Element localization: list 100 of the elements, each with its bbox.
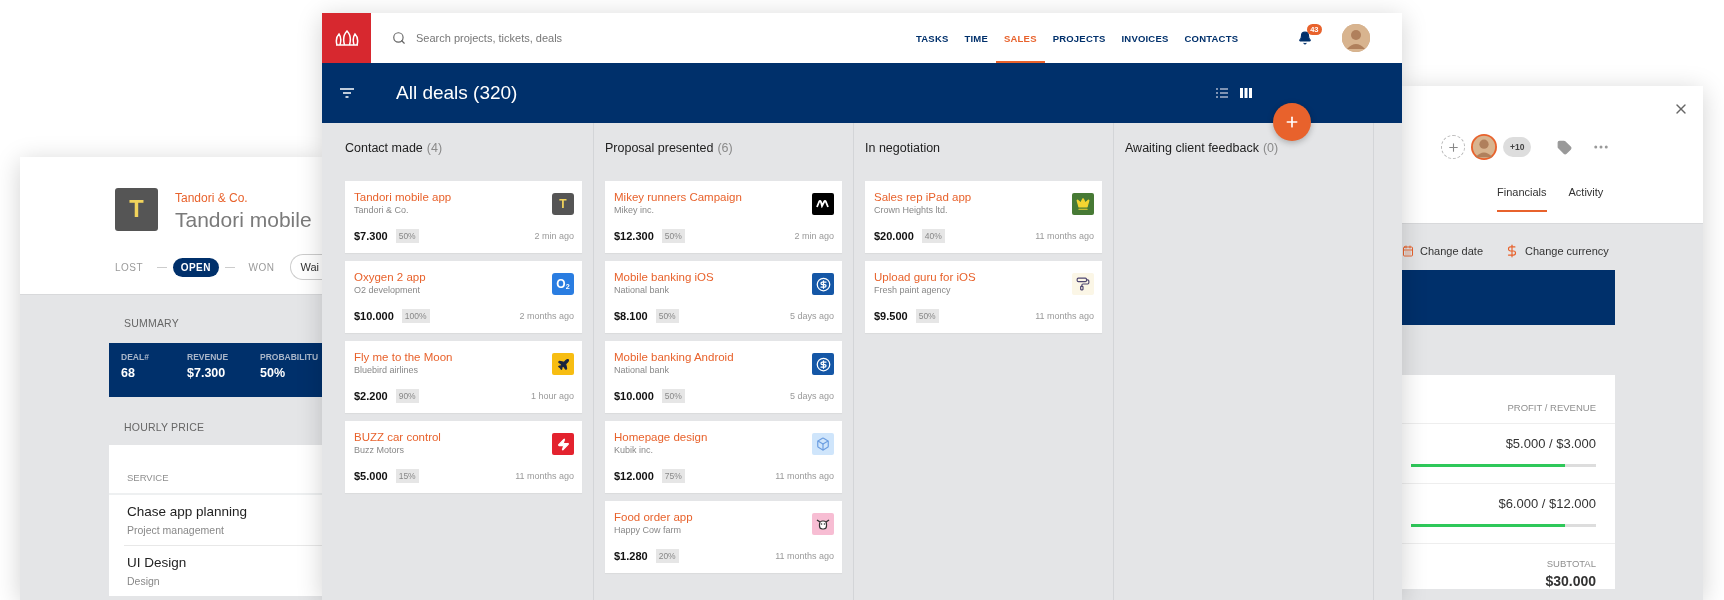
company-logo: T — [115, 188, 158, 231]
service-category: Project management — [127, 524, 225, 536]
nav-tab[interactable]: CONTACTS — [1176, 13, 1247, 63]
deal-amount: $9.500 — [874, 310, 908, 322]
summary-label: REVENUE — [187, 352, 230, 362]
column-count: (0) — [1262, 141, 1279, 157]
deal-title[interactable]: Homepage design — [614, 431, 812, 443]
column-title: Awaiting client feedback — [1125, 141, 1259, 157]
service-name: UI Design — [127, 555, 188, 570]
deal-amount: $12.000 — [614, 470, 654, 482]
deal-title[interactable]: Upload guru for iOS — [874, 271, 1072, 283]
section-heading: SUMMARY — [123, 317, 180, 329]
list-view-icon[interactable] — [1216, 88, 1228, 98]
deal-amount: $20.000 — [874, 230, 914, 242]
summary-label: PROBABILITU — [260, 352, 320, 362]
dollar-icon — [1505, 244, 1519, 258]
deal-time: 11 months ago — [775, 551, 834, 561]
action-label: Change date — [1420, 245, 1483, 257]
deal-time: 2 min ago — [794, 231, 834, 241]
deal-title[interactable]: Food order app — [614, 511, 812, 523]
profit-revenue-value: $5.000 / $3.000 — [1505, 436, 1596, 451]
add-deal-button[interactable] — [1273, 103, 1311, 141]
panel-tab[interactable]: Financials — [1497, 186, 1547, 212]
deal-title[interactable]: BUZZ car control — [354, 431, 552, 443]
nav-tab[interactable]: INVOICES — [1113, 13, 1177, 63]
column-heading: PROFIT / REVENUE — [1507, 402, 1596, 413]
avatar[interactable] — [1471, 134, 1497, 160]
deal-title[interactable]: Oxygen 2 app — [354, 271, 552, 283]
deal-title: Tandori mobile — [175, 208, 312, 232]
deal-title[interactable]: Mobile banking Android — [614, 351, 812, 363]
section-heading: HOURLY PRICE — [123, 421, 206, 433]
deal-company: Buzz Motors — [354, 445, 405, 455]
deal-company: National bank — [614, 285, 671, 295]
app-logo[interactable] — [322, 13, 371, 63]
deal-title[interactable]: Fly me to the Moon — [354, 351, 552, 363]
deal-company: O2 development — [354, 285, 422, 295]
deal-title[interactable]: Sales rep iPad app — [874, 191, 1072, 203]
deal-amount: $7.300 — [354, 230, 388, 242]
probability-tag: 20% — [655, 549, 679, 563]
stage-step[interactable]: WON — [240, 257, 283, 277]
filter-icon[interactable] — [340, 88, 354, 98]
probability-tag: 90% — [395, 389, 419, 403]
probability-tag: 50% — [915, 309, 939, 323]
nav-tab[interactable]: TASKS — [908, 13, 957, 63]
avatar[interactable] — [1342, 24, 1371, 52]
service-name: Chase app planning — [127, 504, 249, 519]
notifications-bell-icon[interactable] — [1298, 31, 1313, 45]
panel-tab[interactable]: Activity — [1568, 186, 1604, 212]
subtotal-value: $30.000 — [1545, 573, 1596, 589]
tag-icon[interactable] — [1557, 139, 1573, 155]
column-title: Proposal presented — [605, 141, 714, 157]
deal-amount: $5.000 — [354, 470, 388, 482]
stage-step[interactable]: LOST — [115, 257, 152, 277]
action-label: Change currency — [1525, 245, 1609, 257]
nav-tab[interactable]: TIME — [956, 13, 996, 63]
stage-step[interactable]: OPEN — [172, 257, 219, 277]
probability-tag: 75% — [661, 469, 685, 483]
deal-amount: $12.300 — [614, 230, 654, 242]
change-currency-link[interactable]: Change currency — [1505, 244, 1609, 258]
company-logo: O$_{2}$ — [552, 273, 574, 295]
company-name[interactable]: Tandori & Co. — [175, 191, 312, 205]
deal-title[interactable]: Mikey runners Campaign — [614, 191, 812, 203]
column-count: (6) — [717, 141, 733, 157]
summary-value: 50% — [260, 366, 287, 380]
deal-amount: $10.000 — [614, 390, 654, 402]
deal-amount: $2.200 — [354, 390, 388, 402]
nav-tab[interactable]: PROJECTS — [1044, 13, 1114, 63]
deal-amount: $8.100 — [614, 310, 648, 322]
deal-time: 11 months ago — [775, 471, 834, 481]
deal-company: Bluebird airlines — [354, 365, 420, 375]
deal-company: Mikey inc. — [614, 205, 655, 215]
column-heading: SERVICE — [127, 472, 169, 483]
probability-tag: 50% — [661, 389, 685, 403]
profit-revenue-value: $6.000 / $12.000 — [1498, 496, 1596, 511]
subtotal-label: SUBTOTAL — [1546, 558, 1596, 569]
deal-company: Tandori & Co. — [354, 205, 410, 215]
deal-time: 2 min ago — [534, 231, 574, 241]
deal-time: 5 days ago — [789, 311, 834, 321]
column-title: Contact made — [345, 141, 423, 157]
column-title: In negotiation — [865, 141, 941, 157]
more-members-count[interactable]: +10 — [1503, 137, 1532, 157]
summary-value: 68 — [121, 366, 136, 380]
deal-time: 2 months ago — [519, 311, 574, 321]
deal-time: 11 months ago — [1035, 311, 1094, 321]
deal-company: Crown Heights ltd. — [874, 205, 949, 215]
plus-icon — [1284, 114, 1300, 130]
board-view-icon[interactable] — [1240, 88, 1252, 98]
change-date-link[interactable]: Change date — [1402, 245, 1483, 257]
deal-title[interactable]: Tandori mobile app — [354, 191, 552, 203]
page-title: All deals (320) — [396, 82, 518, 104]
deal-company: Kubik inc. — [614, 445, 655, 455]
probability-tag: 50% — [655, 309, 679, 323]
probability-tag: 40% — [921, 229, 945, 243]
deal-time: 11 months ago — [1035, 231, 1094, 241]
add-member-button[interactable] — [1441, 135, 1465, 159]
search-field[interactable]: Search projects, tickets, deals — [414, 31, 714, 45]
plus-icon — [1446, 140, 1460, 154]
summary-label: DEAL# — [121, 352, 150, 362]
deal-title[interactable]: Mobile banking iOS — [614, 271, 812, 283]
column-count: (4) — [426, 141, 443, 157]
